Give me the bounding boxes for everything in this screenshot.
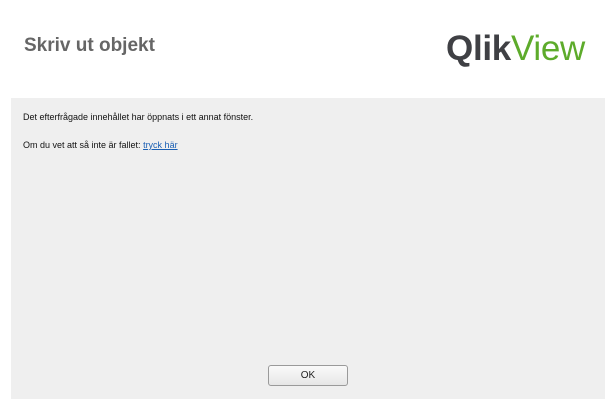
message-opened-elsewhere: Det efterfrågade innehållet har öppnats … — [23, 112, 254, 122]
dialog-title: Skriv ut objekt — [24, 35, 155, 56]
dialog-header: Skriv ut objekt QlikView — [0, 0, 605, 98]
ok-button[interactable]: OK — [268, 365, 348, 386]
logo-text-view: View — [510, 29, 585, 68]
message-fallback: Om du vet att så inte är fallet: tryck h… — [23, 140, 178, 150]
click-here-link[interactable]: tryck här — [143, 140, 178, 150]
qlikview-logo: QlikView — [446, 30, 585, 68]
dialog-body: Det efterfrågade innehållet har öppnats … — [11, 98, 605, 399]
logo-text-qlik: Qlik — [446, 29, 511, 68]
message-fallback-text: Om du vet att så inte är fallet: — [23, 140, 144, 150]
print-object-dialog: · Skriv ut objekt QlikView Det efterfråg… — [0, 0, 605, 399]
